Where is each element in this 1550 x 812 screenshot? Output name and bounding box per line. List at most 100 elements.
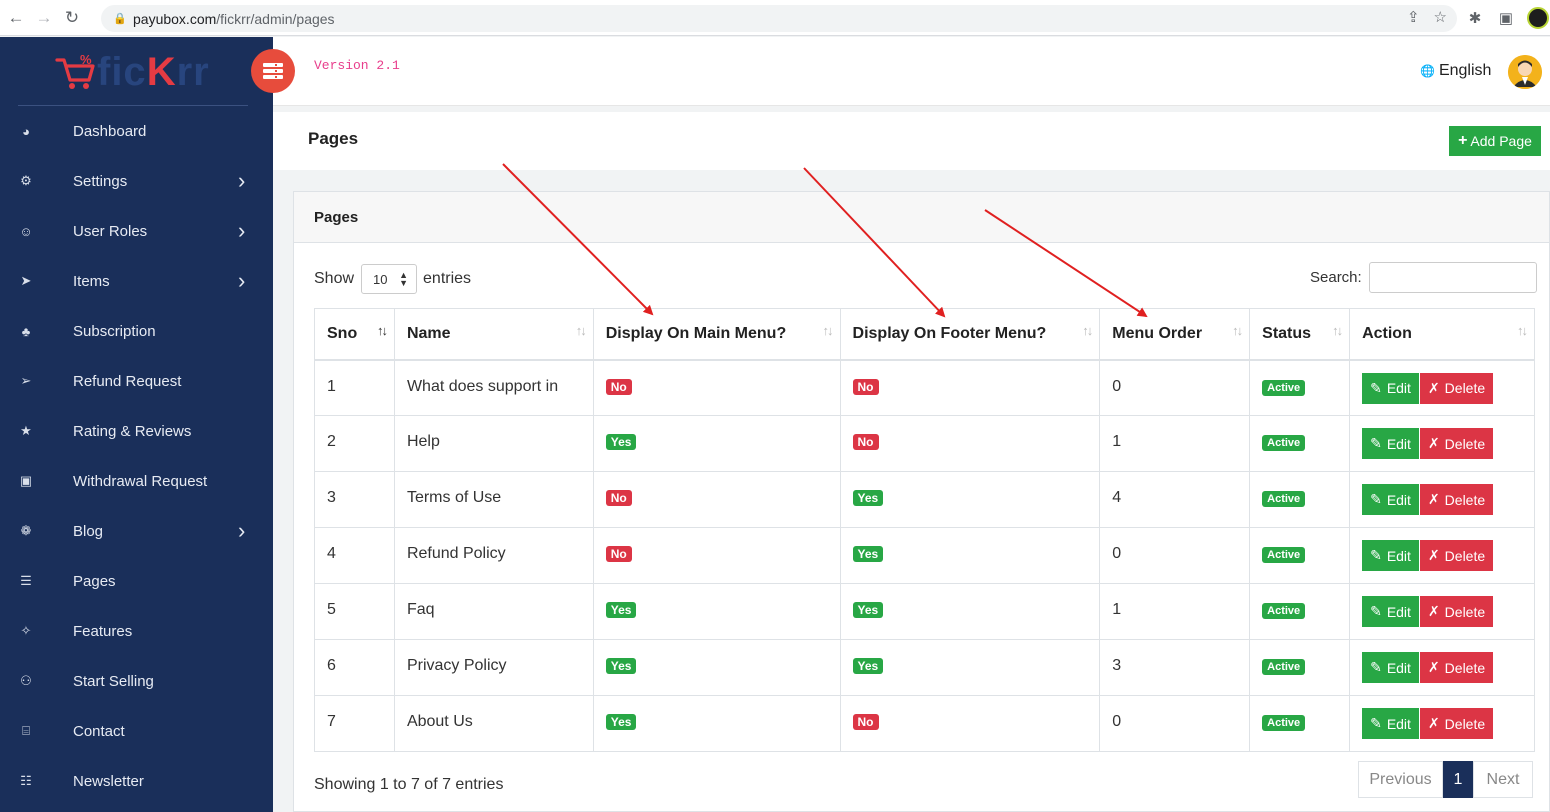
main-menu-badge: Yes <box>605 714 637 730</box>
address-bar[interactable]: 🔒 payubox.com/fickrr/admin/pages ⇪ ☆ <box>101 5 1457 32</box>
delete-button[interactable]: ✗ Delete <box>1419 540 1494 571</box>
action-cell: ✎ Edit ✗ Delete <box>1349 639 1535 696</box>
column-header[interactable]: Action ↑↓ <box>1349 308 1535 361</box>
menu-order-cell: 0 <box>1099 527 1251 584</box>
edit-label: Edit <box>1386 715 1411 732</box>
status-cell: Active <box>1249 359 1351 416</box>
sort-icon: ↑↓ <box>1082 323 1093 338</box>
name-cell: What does support in <box>393 359 594 416</box>
pagination-next[interactable]: Next <box>1473 761 1533 798</box>
delete-button[interactable]: ✗ Delete <box>1419 428 1494 459</box>
delete-button[interactable]: ✗ Delete <box>1419 372 1494 404</box>
sidebar-item-refund-request[interactable]: ➢ Refund Request <box>0 356 273 406</box>
sidebar-item-label: Withdrawal Request <box>73 472 208 490</box>
status-badge: Active <box>1262 491 1306 507</box>
main-menu-badge: Yes <box>605 602 637 618</box>
reload-icon[interactable]: ↻ <box>58 4 86 32</box>
entries-select[interactable]: 10 ▲ ▼ <box>361 264 418 294</box>
language-selector[interactable]: 🌐 English <box>1420 62 1491 80</box>
pagination-page-1[interactable]: 1 <box>1443 761 1473 798</box>
sno-cell: 5 <box>314 583 395 640</box>
share-icon[interactable]: ⇪ <box>1407 8 1420 26</box>
sidebar: % ficKrr ◕ Dashboard ⚙ Settings › ☺ User Roles… <box>0 37 273 812</box>
column-header[interactable]: Status ↑↓ <box>1249 308 1351 361</box>
footer-menu-badge: Yes <box>852 490 884 506</box>
footer-menu-badge: No <box>852 378 879 395</box>
edit-icon: ✎ <box>1370 491 1382 507</box>
action-cell: ✎ Edit ✗ Delete <box>1349 415 1535 472</box>
add-page-button[interactable]: + Add Page <box>1449 126 1541 156</box>
sidebar-item-withdrawal-request[interactable]: ▣ Withdrawal Request <box>0 456 273 506</box>
edit-button[interactable]: ✎ Edit <box>1362 708 1419 739</box>
delete-button[interactable]: ✗ Delete <box>1419 596 1494 627</box>
extensions-puzzle-icon[interactable]: ✱ <box>1463 6 1487 30</box>
address-book-icon: ⌸ <box>22 723 30 738</box>
sidebar-item-settings[interactable]: ⚙ Settings › <box>0 156 273 206</box>
sidebar-item-label: Refund Request <box>73 372 182 390</box>
users-icon: ☺ <box>19 223 33 239</box>
browser-profile-avatar[interactable] <box>1527 7 1549 29</box>
edit-button[interactable]: ✎ Edit <box>1362 428 1419 459</box>
star-icon: ★ <box>20 423 32 438</box>
sidebar-item-dashboard[interactable]: ◕ Dashboard <box>0 106 273 156</box>
sidebar-item-blog[interactable]: ❁ Blog › <box>0 506 273 556</box>
column-header[interactable]: Name ↑↓ <box>393 308 594 361</box>
delete-button[interactable]: ✗ Delete <box>1419 652 1494 683</box>
column-header[interactable]: Menu Order ↑↓ <box>1099 308 1251 361</box>
status-badge: Active <box>1262 659 1306 675</box>
status-badge: Active <box>1262 435 1306 451</box>
sidebar-item-items[interactable]: ➤ Items › <box>0 256 273 306</box>
sidebar-toggle-button[interactable] <box>251 49 295 93</box>
bookmark-star-icon[interactable]: ☆ <box>1434 8 1447 26</box>
user-avatar[interactable] <box>1508 55 1542 89</box>
chevron-right-icon: › <box>238 268 246 293</box>
delete-button[interactable]: ✗ Delete <box>1419 484 1494 515</box>
menu-order-cell: 3 <box>1099 639 1251 696</box>
forward-icon[interactable]: → <box>30 4 58 32</box>
column-header-label: Sno <box>327 324 358 342</box>
edit-label: Edit <box>1386 659 1411 676</box>
sidebar-item-contact[interactable]: ⌸ Contact <box>0 706 273 756</box>
edit-button[interactable]: ✎ Edit <box>1362 540 1419 571</box>
column-header[interactable]: Display On Footer Menu? ↑↓ <box>839 308 1101 361</box>
footer-menu-badge: Yes <box>852 602 884 618</box>
column-header[interactable]: Sno ↑↓ <box>314 308 395 361</box>
sidebar-item-features[interactable]: ✧ Features <box>0 606 273 656</box>
edit-icon: ✎ <box>1370 379 1382 396</box>
sidebar-item-pages[interactable]: ☰ Pages <box>0 556 273 606</box>
sort-icon: ↑↓ <box>1517 323 1528 338</box>
table-row: 1 What does support in No No 0 Active ✎ Edit ✗ De… <box>314 359 1535 416</box>
edit-button[interactable]: ✎ Edit <box>1362 484 1419 515</box>
sidebar-item-subscription[interactable]: ♣ Subscription <box>0 306 273 356</box>
edit-icon: ✎ <box>1370 435 1382 451</box>
svg-text:%: % <box>80 52 92 67</box>
status-badge: Active <box>1262 603 1306 619</box>
action-cell: ✎ Edit ✗ Delete <box>1349 583 1535 640</box>
footer-menu-badge: No <box>852 434 879 450</box>
edit-button[interactable]: ✎ Edit <box>1362 372 1419 404</box>
status-badge: Active <box>1262 715 1306 731</box>
side-panel-icon[interactable]: ▣ <box>1494 6 1518 30</box>
menu-toggle-icon <box>263 63 283 79</box>
sidebar-item-start-selling[interactable]: ⚇ Start Selling <box>0 656 273 706</box>
menu-order-cell: 1 <box>1099 583 1251 640</box>
action-cell: ✎ Edit ✗ Delete <box>1349 359 1535 416</box>
brand-logo[interactable]: % ficKrr <box>55 47 210 97</box>
sidebar-item-user-roles[interactable]: ☺ User Roles › <box>0 206 273 256</box>
sidebar-item-newsletter[interactable]: ☷ Newsletter <box>0 756 273 806</box>
back-icon[interactable]: ← <box>2 4 30 32</box>
table-search: Search: <box>1310 262 1537 293</box>
pagination-previous[interactable]: Previous <box>1358 761 1443 798</box>
column-header[interactable]: Display On Main Menu? ↑↓ <box>592 308 841 361</box>
delete-button[interactable]: ✗ Delete <box>1419 708 1494 739</box>
name-cell: About Us <box>393 695 594 752</box>
delete-label: Delete <box>1444 659 1486 676</box>
url-text: payubox.com/fickrr/admin/pages <box>133 10 335 27</box>
search-input[interactable] <box>1368 262 1537 293</box>
sidebar-item-label: Contact <box>73 722 125 740</box>
sno-cell: 1 <box>314 359 395 416</box>
edit-button[interactable]: ✎ Edit <box>1362 652 1419 683</box>
main-menu-cell: Yes <box>592 695 841 752</box>
edit-button[interactable]: ✎ Edit <box>1362 596 1419 627</box>
sidebar-item-rating-reviews[interactable]: ★ Rating & Reviews <box>0 406 273 456</box>
